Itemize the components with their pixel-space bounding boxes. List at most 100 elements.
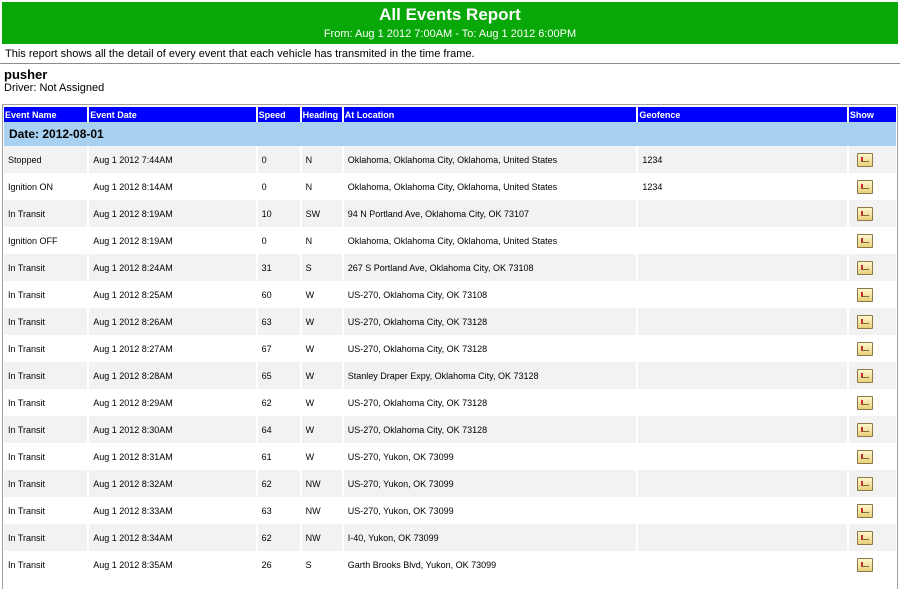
map-icon[interactable] bbox=[856, 476, 873, 491]
cell-event-name: In Transit bbox=[4, 524, 88, 551]
cell-event-date: Aug 1 2012 8:32AM bbox=[89, 470, 256, 497]
cell-location: US-270, Oklahoma City, OK 73128 bbox=[343, 335, 637, 362]
cell-show bbox=[848, 281, 896, 308]
cell-geofence bbox=[638, 470, 847, 497]
driver-label: Driver: Not Assigned bbox=[4, 82, 105, 94]
cell-event-date: Aug 1 2012 8:34AM bbox=[89, 524, 256, 551]
cell-event-name: In Transit bbox=[4, 416, 88, 443]
divider bbox=[0, 63, 900, 64]
table-header-row: Event Name Event Date Speed Heading At L… bbox=[4, 105, 896, 122]
col-header-show: Show bbox=[848, 105, 896, 122]
cell-speed: 62 bbox=[257, 389, 300, 416]
cell-show bbox=[848, 227, 896, 254]
map-icon[interactable] bbox=[856, 422, 873, 437]
map-icon[interactable] bbox=[856, 206, 873, 221]
cell-location: US-270, Oklahoma City, OK 73128 bbox=[343, 389, 637, 416]
table-row: In Transit Aug 1 2012 8:27AM 67 W US-270, Ok… bbox=[4, 335, 896, 362]
table-row: In Transit Aug 1 2012 8:34AM 62 NW I-40, Yuk… bbox=[4, 524, 896, 551]
cell-geofence: 1234 bbox=[638, 173, 847, 200]
cell-speed: 63 bbox=[257, 497, 300, 524]
cell-show bbox=[848, 254, 896, 281]
cell-geofence bbox=[638, 200, 847, 227]
map-icon[interactable] bbox=[856, 503, 873, 518]
cell-show bbox=[848, 551, 896, 578]
map-icon[interactable] bbox=[856, 449, 873, 464]
cell-event-name: Ignition ON bbox=[4, 173, 88, 200]
cell-speed: 62 bbox=[257, 470, 300, 497]
cell-event-date: Aug 1 2012 8:27AM bbox=[89, 335, 256, 362]
cell-event-date: Aug 1 2012 8:24AM bbox=[89, 254, 256, 281]
report-description: This report shows all the detail of ever… bbox=[5, 48, 475, 60]
cell-show bbox=[848, 416, 896, 443]
cell-event-name: In Transit bbox=[4, 443, 88, 470]
cell-heading: W bbox=[301, 308, 342, 335]
cell-heading: N bbox=[301, 146, 342, 173]
cell-heading: N bbox=[301, 173, 342, 200]
cell-speed: 0 bbox=[257, 227, 300, 254]
date-group-label: Date: 2012-08-01 bbox=[4, 122, 896, 146]
cell-heading: W bbox=[301, 362, 342, 389]
cell-show bbox=[848, 443, 896, 470]
map-icon[interactable] bbox=[856, 530, 873, 545]
cell-heading: NW bbox=[301, 524, 342, 551]
cell-event-name: In Transit bbox=[4, 362, 88, 389]
date-group-row: Date: 2012-08-01 bbox=[4, 122, 896, 146]
map-icon[interactable] bbox=[856, 260, 873, 275]
cell-geofence: 1234 bbox=[638, 146, 847, 173]
cell-location: 94 N Portland Ave, Oklahoma City, OK 731… bbox=[343, 200, 637, 227]
map-icon[interactable] bbox=[856, 152, 873, 167]
col-header-speed: Speed bbox=[257, 105, 300, 122]
cell-event-date: Aug 1 2012 8:35AM bbox=[89, 551, 256, 578]
cell-heading: N bbox=[301, 227, 342, 254]
cell-show bbox=[848, 497, 896, 524]
table-row: In Transit Aug 1 2012 8:32AM 62 NW US-270, Y… bbox=[4, 470, 896, 497]
table-row: Ignition ON Aug 1 2012 8:14AM 0 N Oklahoma, … bbox=[4, 173, 896, 200]
table-row: Ignition OFF Aug 1 2012 8:19AM 0 N Oklahoma,… bbox=[4, 227, 896, 254]
map-icon[interactable] bbox=[856, 395, 873, 410]
table-row: In Transit Aug 1 2012 8:24AM 31 S 267 S Port… bbox=[4, 254, 896, 281]
cell-event-name: In Transit bbox=[4, 308, 88, 335]
cell-speed: 0 bbox=[257, 146, 300, 173]
cell-event-name: In Transit bbox=[4, 281, 88, 308]
cell-show bbox=[848, 146, 896, 173]
map-icon[interactable] bbox=[856, 314, 873, 329]
cell-speed: 31 bbox=[257, 254, 300, 281]
cell-heading: W bbox=[301, 335, 342, 362]
cell-show bbox=[848, 173, 896, 200]
cell-show bbox=[848, 362, 896, 389]
cell-event-date: Aug 1 2012 8:31AM bbox=[89, 443, 256, 470]
cell-geofence bbox=[638, 497, 847, 524]
cell-speed: 65 bbox=[257, 362, 300, 389]
events-table: Event Name Event Date Speed Heading At L… bbox=[3, 105, 897, 578]
cell-location: Garth Brooks Blvd, Yukon, OK 73099 bbox=[343, 551, 637, 578]
cell-event-name: In Transit bbox=[4, 497, 88, 524]
cell-event-date: Aug 1 2012 8:29AM bbox=[89, 389, 256, 416]
map-icon[interactable] bbox=[856, 368, 873, 383]
cell-event-date: Aug 1 2012 8:33AM bbox=[89, 497, 256, 524]
map-icon[interactable] bbox=[856, 233, 873, 248]
map-icon[interactable] bbox=[856, 557, 873, 572]
cell-event-date: Aug 1 2012 8:19AM bbox=[89, 200, 256, 227]
map-icon[interactable] bbox=[856, 179, 873, 194]
col-header-heading: Heading bbox=[301, 105, 342, 122]
cell-event-date: Aug 1 2012 8:25AM bbox=[89, 281, 256, 308]
cell-heading: NW bbox=[301, 497, 342, 524]
cell-location: US-270, Oklahoma City, OK 73108 bbox=[343, 281, 637, 308]
map-icon[interactable] bbox=[856, 287, 873, 302]
cell-event-name: Stopped bbox=[4, 146, 88, 173]
cell-speed: 67 bbox=[257, 335, 300, 362]
cell-heading: W bbox=[301, 389, 342, 416]
cell-speed: 62 bbox=[257, 524, 300, 551]
cell-event-name: In Transit bbox=[4, 470, 88, 497]
table-row: In Transit Aug 1 2012 8:29AM 62 W US-270, Ok… bbox=[4, 389, 896, 416]
cell-event-date: Aug 1 2012 8:19AM bbox=[89, 227, 256, 254]
table-row: In Transit Aug 1 2012 8:26AM 63 W US-270, Ok… bbox=[4, 308, 896, 335]
cell-geofence bbox=[638, 335, 847, 362]
cell-speed: 0 bbox=[257, 173, 300, 200]
table-row: In Transit Aug 1 2012 8:28AM 65 W Stanley Dr… bbox=[4, 362, 896, 389]
cell-speed: 61 bbox=[257, 443, 300, 470]
cell-speed: 60 bbox=[257, 281, 300, 308]
map-icon[interactable] bbox=[856, 341, 873, 356]
cell-geofence bbox=[638, 389, 847, 416]
cell-location: Oklahoma, Oklahoma City, Oklahoma, Unite… bbox=[343, 173, 637, 200]
